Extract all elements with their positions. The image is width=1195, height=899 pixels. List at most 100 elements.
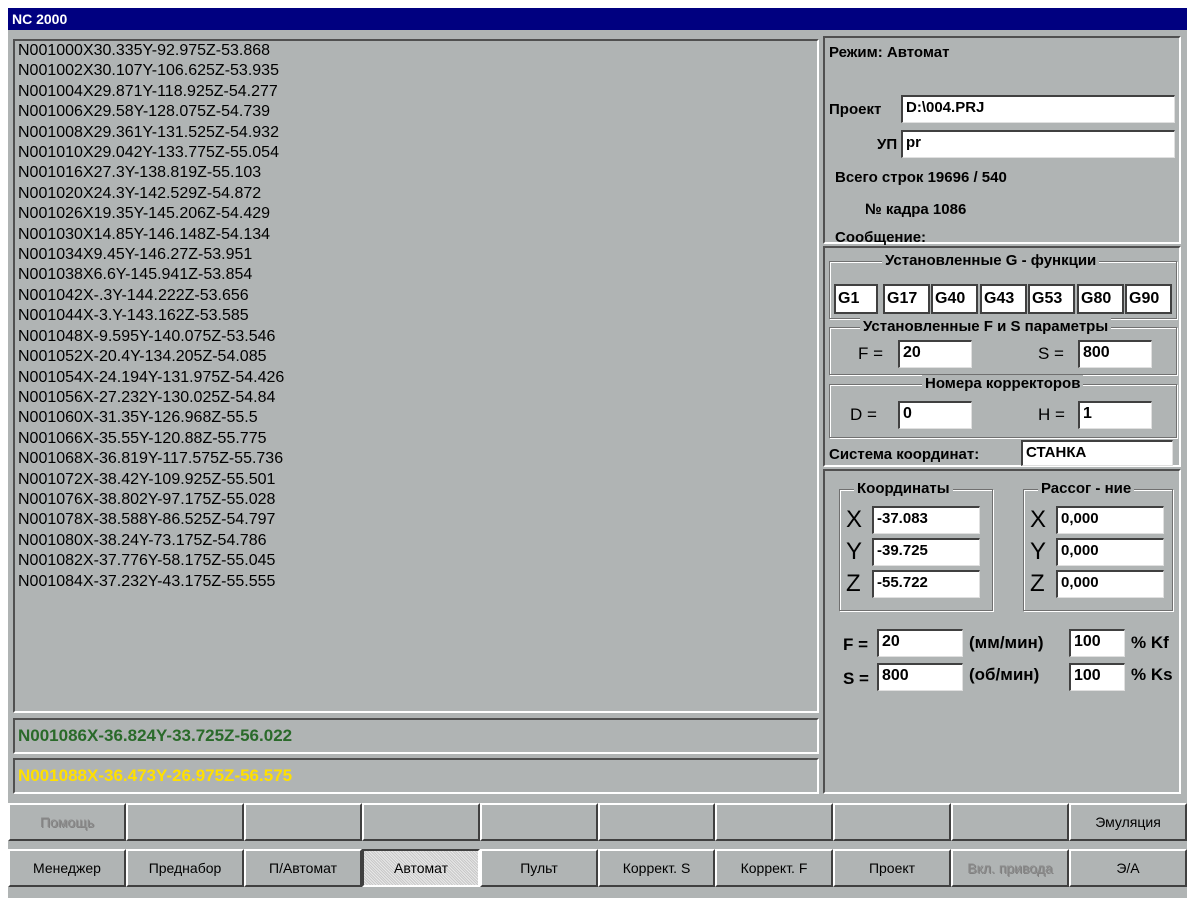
program-line: N001066X-35.55Y-120.88Z-55.775 — [18, 429, 267, 447]
toolbar-bottom-button-5[interactable]: Пульт — [480, 849, 598, 887]
program-line: N001010X29.042Y-133.775Z-55.054 — [18, 144, 279, 162]
program-line: N001084X-37.232Y-43.175Z-55.555 — [18, 572, 276, 590]
s-param-field[interactable]: 800 — [1078, 340, 1152, 368]
f-param-label: F = — [858, 344, 884, 363]
toolbar-top-button-5[interactable] — [480, 803, 598, 841]
toolbar-top-button-1[interactable]: Помощь — [8, 803, 126, 841]
program-line: N001026X19.35Y-145.206Z-54.429 — [18, 205, 271, 223]
f-param-field[interactable]: 20 — [898, 340, 972, 368]
up-field[interactable]: pr — [901, 130, 1175, 158]
coord-z-label: Z — [846, 570, 861, 597]
program-line: N001030X14.85Y-146.148Z-54.134 — [18, 225, 271, 243]
feed-f-label: F = — [843, 635, 869, 654]
correctors-title: Номера корректоров — [922, 375, 1084, 392]
program-line: N001082X-37.776Y-58.175Z-55.045 — [18, 552, 276, 570]
program-line: N001044X-3.Y-143.162Z-53.585 — [18, 307, 249, 325]
g-function-box: G80 — [1077, 284, 1124, 314]
toolbar-top-button-6[interactable] — [598, 803, 715, 841]
correctors-group: Номера корректоров D = 0 H = 1 — [829, 375, 1177, 438]
program-listing[interactable]: N001000X30.335Y-92.975Z-53.868 N001002X30… — [13, 39, 819, 713]
program-line: N001042X-.3Y-144.222Z-53.656 — [18, 286, 249, 304]
mismatch-x-label: X — [1030, 506, 1047, 533]
coordinates-panel: Координаты X -37.083 Y -39.725 Z -55.722… — [823, 469, 1181, 794]
main-window: N001000X30.335Y-92.975Z-53.868 N001002X30… — [8, 30, 1187, 898]
g-function-box: G43 — [980, 284, 1027, 314]
toolbar-bottom-button-2[interactable]: Преднабор — [126, 849, 244, 887]
s-param-label: S = — [1038, 344, 1064, 363]
program-line: N001068X-36.819Y-117.575Z-55.736 — [18, 450, 284, 468]
h-corrector-field[interactable]: 1 — [1078, 401, 1152, 429]
program-line: N001076X-38.802Y-97.175Z-55.028 — [18, 490, 276, 508]
program-line: N001052X-20.4Y-134.205Z-54.085 — [18, 348, 267, 366]
program-line: N001078X-38.588Y-86.525Z-54.797 — [18, 511, 276, 529]
g-function-box: G1 — [834, 284, 878, 314]
spindle-s-label: S = — [843, 669, 869, 688]
toolbar-bottom-button-6[interactable]: Коррект. S — [598, 849, 715, 887]
toolbar-top-button-9[interactable] — [951, 803, 1069, 841]
program-line: N001020X24.3Y-142.529Z-54.872 — [18, 184, 262, 202]
fs-params-title: Установленные F и S параметры — [860, 318, 1112, 335]
fs-params-group: Установленные F и S параметры F = 20 S =… — [829, 318, 1177, 375]
spindle-s-unit: (об/мин) — [969, 665, 1040, 684]
toolbar-top-button-8[interactable] — [833, 803, 951, 841]
program-line: N001080X-38.24Y-73.175Z-54.786 — [18, 531, 267, 549]
coord-z-field: -55.722 — [872, 570, 980, 598]
next-block: N001088X-36.473Y-26.975Z-56.575 — [13, 758, 819, 794]
coordinates-title: Координаты — [854, 480, 953, 497]
project-label: Проект — [829, 101, 882, 118]
current-block: N001086X-36.824Y-33.725Z-56.022 — [13, 718, 819, 754]
toolbar-bottom-button-4[interactable]: Автомат — [362, 849, 480, 887]
coordinates-group: Координаты X -37.083 Y -39.725 Z -55.722 — [839, 480, 993, 611]
coord-x-field: -37.083 — [872, 506, 980, 534]
feed-kf-field[interactable]: 100 — [1069, 629, 1125, 657]
program-line: N001048X-9.595Y-140.075Z-53.546 — [18, 327, 276, 345]
toolbar-bottom-button-8[interactable]: Проект — [833, 849, 951, 887]
coord-system-label: Система координат: — [829, 446, 980, 463]
message-label: Сообщение: — [835, 229, 927, 246]
d-corrector-label: D = — [850, 405, 877, 424]
mismatch-z-label: Z — [1030, 570, 1045, 597]
project-field[interactable]: D:\004.PRJ — [901, 95, 1175, 123]
coord-y-field: -39.725 — [872, 538, 980, 566]
up-label: УП — [877, 136, 898, 153]
toolbar-bottom-button-10[interactable]: Э/А — [1069, 849, 1187, 887]
feed-f-field: 20 — [877, 629, 963, 657]
toolbar-top-button-7[interactable] — [715, 803, 833, 841]
d-corrector-field[interactable]: 0 — [898, 401, 972, 429]
g-function-box: G40 — [931, 284, 978, 314]
program-line: N001002X30.107Y-106.625Z-53.935 — [18, 62, 279, 80]
mismatch-y-label: Y — [1030, 538, 1047, 565]
program-line: N001072X-38.42Y-109.925Z-55.501 — [18, 470, 276, 488]
coord-y-label: Y — [846, 538, 863, 565]
program-line: N001038X6.6Y-145.941Z-53.854 — [18, 266, 253, 284]
toolbar-top-button-4[interactable] — [362, 803, 480, 841]
g-functions-title: Установленные G - функции — [882, 252, 1100, 269]
mismatch-y-field: 0,000 — [1056, 538, 1164, 566]
toolbar-bottom-button-3[interactable]: П/Автомат — [244, 849, 362, 887]
coord-system-field[interactable]: СТАНКА — [1021, 440, 1173, 466]
spindle-s-field: 800 — [877, 663, 963, 691]
g-function-box: G53 — [1028, 284, 1075, 314]
program-line: N001034X9.45Y-146.27Z-53.951 — [18, 246, 253, 264]
status-panel: Режим: Автомат Проект D:\004.PRJ УП pr В… — [823, 36, 1181, 246]
spindle-ks-field[interactable]: 100 — [1069, 663, 1125, 691]
total-rows: Всего строк 19696 / 540 — [835, 169, 1007, 186]
g-function-box: G90 — [1125, 284, 1172, 314]
toolbar-top-button-2[interactable] — [126, 803, 244, 841]
program-line: N001060X-31.35Y-126.968Z-55.5 — [18, 409, 258, 427]
toolbar-bottom-button-1[interactable]: Менеджер — [8, 849, 126, 887]
toolbar-top-button-10[interactable]: Эмуляция — [1069, 803, 1187, 841]
coord-x-label: X — [846, 506, 863, 533]
program-line: N001006X29.58Y-128.075Z-54.739 — [18, 103, 271, 121]
g-function-box: G17 — [883, 284, 930, 314]
mismatch-group: Рассог - ние X 0,000 Y 0,000 Z 0,000 — [1023, 480, 1173, 611]
program-line: N001004X29.871Y-118.925Z-54.277 — [18, 82, 278, 100]
program-line: N001008X29.361Y-131.525Z-54.932 — [18, 123, 279, 141]
toolbar-top-button-3[interactable] — [244, 803, 362, 841]
mode-label: Режим: Автомат — [829, 44, 950, 61]
program-line: N001016X27.3Y-138.819Z-55.103 — [18, 164, 262, 182]
mismatch-x-field: 0,000 — [1056, 506, 1164, 534]
toolbar-bottom-button-9[interactable]: Вкл. привода — [951, 849, 1069, 887]
program-line: N001054X-24.194Y-131.975Z-54.426 — [18, 368, 285, 386]
toolbar-bottom-button-7[interactable]: Коррект. F — [715, 849, 833, 887]
